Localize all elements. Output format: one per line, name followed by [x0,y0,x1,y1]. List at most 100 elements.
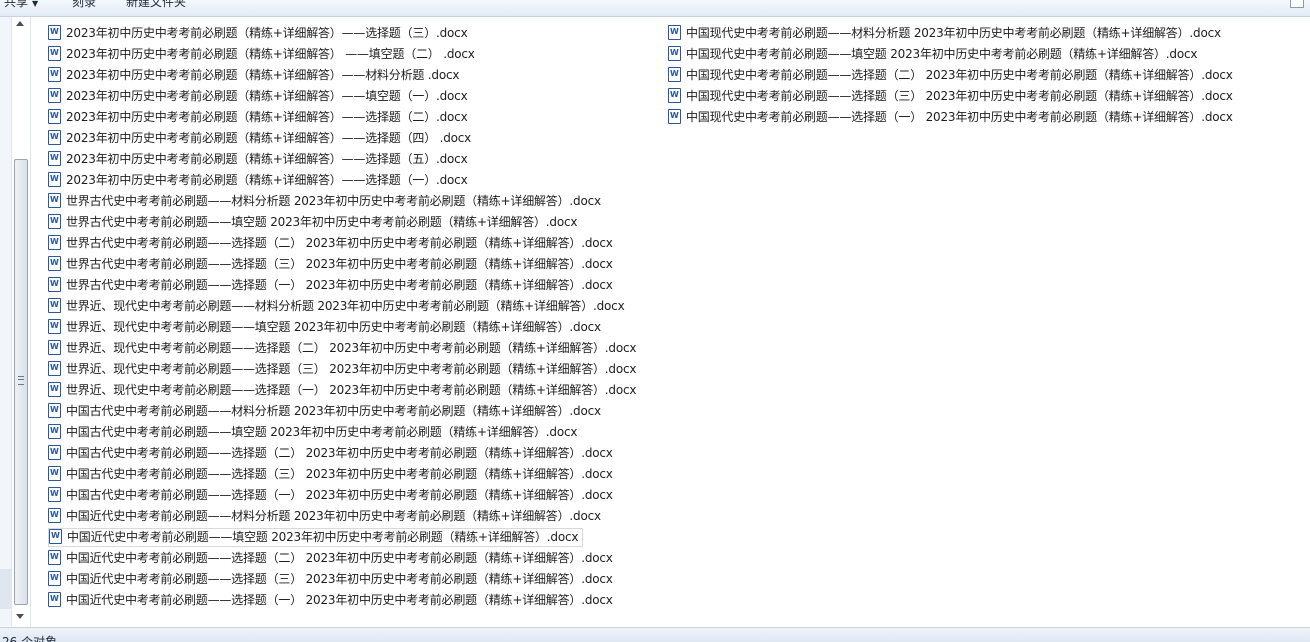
file-item[interactable]: 2023年初中历史中考考前必刷题（精练+详细解答）——材料分析题 .docx [48,66,463,85]
file-name: 2023年初中历史中考考前必刷题（精练+详细解答）——选择题（五）.docx [66,152,468,166]
file-name: 中国近代史中考考前必刷题——填空题 2023年初中历史中考考前必刷题（精练+详细… [67,530,579,544]
word-document-icon [668,88,681,103]
file-item[interactable]: 世界古代史中考考前必刷题——选择题（一） 2023年初中历史中考考前必刷题（精练… [48,276,617,295]
word-document-icon [48,424,61,439]
view-options-icon[interactable] [1290,0,1304,8]
file-item[interactable]: 世界古代史中考考前必刷题——选择题（三） 2023年初中历史中考考前必刷题（精练… [48,255,617,274]
file-name: 中国现代史中考考前必刷题——材料分析题 2023年初中历史中考考前必刷题（精练+… [686,26,1221,40]
navigation-pane-scrollbar[interactable] [0,569,11,609]
file-item[interactable]: 中国现代史中考考前必刷题——选择题（二） 2023年初中历史中考考前必刷题（精练… [668,66,1237,85]
word-document-icon [49,529,62,544]
word-document-icon [48,487,61,502]
file-name: 世界近、现代史中考考前必刷题——填空题 2023年初中历史中考考前必刷题（精练+… [66,320,601,334]
word-document-icon [668,25,681,40]
word-document-icon [48,340,61,355]
word-document-icon [48,67,61,82]
file-item[interactable]: 世界近、现代史中考考前必刷题——材料分析题 2023年初中历史中考考前必刷题（精… [48,297,629,316]
file-name: 中国近代史中考考前必刷题——材料分析题 2023年初中历史中考考前必刷题（精练+… [66,509,601,523]
chevron-down-icon: ▼ [32,0,39,8]
file-item[interactable]: 世界古代史中考考前必刷题——材料分析题 2023年初中历史中考考前必刷题（精练+… [48,192,605,211]
burn-button[interactable]: 刻录 [72,0,96,10]
file-name: 中国古代史中考考前必刷题——选择题（二） 2023年初中历史中考考前必刷题（精练… [66,446,613,460]
word-document-icon [48,256,61,271]
word-document-icon [48,592,61,607]
share-menu-button[interactable]: 共享 ▼ [4,0,38,10]
file-name: 中国现代史中考考前必刷题——选择题（一） 2023年初中历史中考考前必刷题（精练… [686,110,1233,124]
file-name: 世界古代史中考考前必刷题——选择题（一） 2023年初中历史中考考前必刷题（精练… [66,278,613,292]
word-document-icon [48,382,61,397]
file-name: 中国古代史中考考前必刷题——填空题 2023年初中历史中考考前必刷题（精练+详细… [66,425,578,439]
file-item[interactable]: 中国现代史中考考前必刷题——填空题 2023年初中历史中考考前必刷题（精练+详细… [668,45,1201,64]
file-name: 世界近、现代史中考考前必刷题——材料分析题 2023年初中历史中考考前必刷题（精… [66,299,625,313]
file-item[interactable]: 中国近代史中考考前必刷题——选择题（三） 2023年初中历史中考考前必刷题（精练… [48,570,617,589]
file-item[interactable]: 2023年初中历史中考考前必刷题（精练+详细解答）——选择题（五）.docx [48,150,471,169]
word-document-icon [48,466,61,481]
file-item[interactable]: 2023年初中历史中考考前必刷题（精练+详细解答）——填空题（一）.docx [48,87,471,106]
file-item[interactable]: 中国现代史中考考前必刷题——选择题（一） 2023年初中历史中考考前必刷题（精练… [668,108,1237,127]
file-name: 2023年初中历史中考考前必刷题（精练+详细解答） ——填空题（二） .docx [66,47,475,61]
scroll-up-icon[interactable] [16,21,24,26]
file-item[interactable]: 世界近、现代史中考考前必刷题——选择题（三） 2023年初中历史中考考前必刷题（… [48,360,640,379]
file-item[interactable]: 中国近代史中考考前必刷题——填空题 2023年初中历史中考考前必刷题（精练+详细… [48,528,584,547]
word-document-icon [48,277,61,292]
scrollbar-thumb[interactable] [14,159,28,605]
file-name: 世界古代史中考考前必刷题——填空题 2023年初中历史中考考前必刷题（精练+详细… [66,215,578,229]
word-document-icon [48,109,61,124]
file-item[interactable]: 世界近、现代史中考考前必刷题——填空题 2023年初中历史中考考前必刷题（精练+… [48,318,605,337]
file-item[interactable]: 中国古代史中考考前必刷题——选择题（二） 2023年初中历史中考考前必刷题（精练… [48,444,617,463]
word-document-icon [48,550,61,565]
file-item[interactable]: 中国现代史中考考前必刷题——材料分析题 2023年初中历史中考考前必刷题（精练+… [668,24,1225,43]
word-document-icon [668,109,681,124]
word-document-icon [48,403,61,418]
word-document-icon [48,508,61,523]
file-name: 中国古代史中考考前必刷题——选择题（三） 2023年初中历史中考考前必刷题（精练… [66,467,613,481]
file-name: 中国近代史中考考前必刷题——选择题（二） 2023年初中历史中考考前必刷题（精练… [66,551,613,565]
file-item[interactable]: 中国古代史中考考前必刷题——选择题（三） 2023年初中历史中考考前必刷题（精练… [48,465,617,484]
navigation-pane[interactable] [0,17,11,626]
word-document-icon [48,130,61,145]
file-name: 中国近代史中考考前必刷题——选择题（三） 2023年初中历史中考考前必刷题（精练… [66,572,613,586]
file-item[interactable]: 中国古代史中考考前必刷题——填空题 2023年初中历史中考考前必刷题（精练+详细… [48,423,581,442]
word-document-icon [48,298,61,313]
file-name: 2023年初中历史中考考前必刷题（精练+详细解答）——选择题（一）.docx [66,173,468,187]
file-item[interactable]: 中国近代史中考考前必刷题——选择题（二） 2023年初中历史中考考前必刷题（精练… [48,549,617,568]
file-name: 中国现代史中考考前必刷题——选择题（三） 2023年初中历史中考考前必刷题（精练… [686,89,1233,103]
file-item[interactable]: 世界近、现代史中考考前必刷题——选择题（一） 2023年初中历史中考考前必刷题（… [48,381,640,400]
file-item[interactable]: 2023年初中历史中考考前必刷题（精练+详细解答）——选择题（二）.docx [48,108,471,127]
file-item[interactable]: 2023年初中历史中考考前必刷题（精练+详细解答）——选择题（一）.docx [48,171,471,190]
file-item[interactable]: 中国古代史中考考前必刷题——材料分析题 2023年初中历史中考考前必刷题（精练+… [48,402,605,421]
status-bar: 26 个对象 [0,627,1310,642]
file-name: 2023年初中历史中考考前必刷题（精练+详细解答）——材料分析题 .docx [66,68,460,82]
file-name: 2023年初中历史中考考前必刷题（精练+详细解答）——填空题（一）.docx [66,89,468,103]
file-name: 世界古代史中考考前必刷题——选择题（二） 2023年初中历史中考考前必刷题（精练… [66,236,613,250]
file-name: 世界古代史中考考前必刷题——选择题（三） 2023年初中历史中考考前必刷题（精练… [66,257,613,271]
vertical-scrollbar[interactable] [11,17,31,626]
word-document-icon [48,319,61,334]
file-name: 2023年初中历史中考考前必刷题（精练+详细解答）——选择题（四） .docx [66,131,472,145]
file-item[interactable]: 2023年初中历史中考考前必刷题（精练+详细解答） ——填空题（二） .docx [48,45,479,64]
share-label: 共享 [4,0,29,9]
file-item[interactable]: 世界古代史中考考前必刷题——选择题（二） 2023年初中历史中考考前必刷题（精练… [48,234,617,253]
file-name: 中国现代史中考考前必刷题——选择题（二） 2023年初中历史中考考前必刷题（精练… [686,68,1233,82]
word-document-icon [48,151,61,166]
file-item[interactable]: 中国近代史中考考前必刷题——选择题（一） 2023年初中历史中考考前必刷题（精练… [48,591,617,610]
file-name: 世界古代史中考考前必刷题——材料分析题 2023年初中历史中考考前必刷题（精练+… [66,194,601,208]
file-item[interactable]: 世界近、现代史中考考前必刷题——选择题（二） 2023年初中历史中考考前必刷题（… [48,339,640,358]
word-document-icon [48,25,61,40]
toolbar: 共享 ▼ 刻录 新建文件夹 [0,0,1310,17]
scroll-down-icon[interactable] [16,614,24,619]
file-name: 世界近、现代史中考考前必刷题——选择题（二） 2023年初中历史中考考前必刷题（… [66,341,637,355]
word-document-icon [668,46,681,61]
file-item[interactable]: 中国近代史中考考前必刷题——材料分析题 2023年初中历史中考考前必刷题（精练+… [48,507,605,526]
file-name: 世界近、现代史中考考前必刷题——选择题（一） 2023年初中历史中考考前必刷题（… [66,383,637,397]
file-item[interactable]: 2023年初中历史中考考前必刷题（精练+详细解答）——选择题（四） .docx [48,129,475,148]
file-item[interactable]: 2023年初中历史中考考前必刷题（精练+详细解答）——选择题（三）.docx [48,24,471,43]
file-item[interactable]: 中国现代史中考考前必刷题——选择题（三） 2023年初中历史中考考前必刷题（精练… [668,87,1237,106]
word-document-icon [48,571,61,586]
file-item[interactable]: 中国古代史中考考前必刷题——选择题（一） 2023年初中历史中考考前必刷题（精练… [48,486,617,505]
word-document-icon [48,88,61,103]
new-folder-button[interactable]: 新建文件夹 [126,0,186,10]
file-name: 2023年初中历史中考考前必刷题（精练+详细解答）——选择题（三）.docx [66,26,468,40]
word-document-icon [48,46,61,61]
file-item[interactable]: 世界古代史中考考前必刷题——填空题 2023年初中历史中考考前必刷题（精练+详细… [48,213,581,232]
